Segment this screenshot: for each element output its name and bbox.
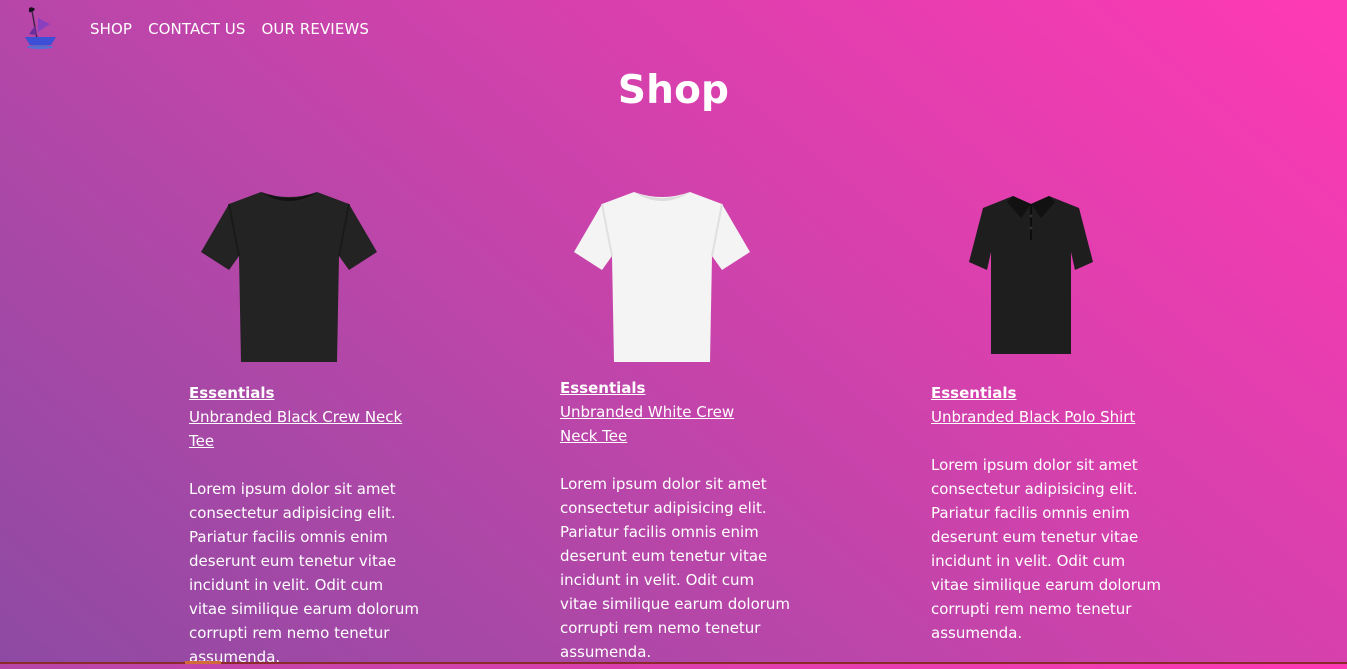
product-card: Essentials Unbranded Black Polo Shirt Lo… [931, 182, 1166, 645]
product-category-link[interactable]: Essentials [189, 381, 424, 405]
nav-link-shop[interactable]: SHOP [90, 20, 132, 38]
product-card: Essentials Unbranded White Crew Neck Tee… [560, 182, 795, 664]
black-polo-shirt-icon[interactable] [961, 182, 1161, 362]
product-card: Essentials Unbranded Black Crew Neck Tee… [189, 182, 424, 669]
product-description: Lorem ipsum dolor sit amet consectetur a… [931, 456, 1162, 642]
nav-link-our-reviews[interactable]: OUR REVIEWS [261, 20, 369, 38]
product-name-link[interactable]: Unbranded Black Polo Shirt [931, 405, 1166, 429]
product-description: Lorem ipsum dolor sit amet consectetur a… [560, 475, 791, 661]
nav-links: SHOP CONTACT US OUR REVIEWS [90, 20, 369, 38]
nav-link-contact-us[interactable]: CONTACT US [148, 20, 245, 38]
pirate-ship-logo-icon[interactable] [20, 4, 60, 50]
black-crew-neck-tshirt-icon[interactable] [199, 182, 399, 362]
top-navigation: SHOP CONTACT US OUR REVIEWS [0, 0, 1347, 60]
product-name-link[interactable]: Unbranded Black Crew Neck Tee [189, 405, 424, 453]
white-crew-neck-tshirt-icon[interactable] [572, 182, 772, 362]
page-title: Shop [617, 68, 730, 113]
product-name-link[interactable]: Unbranded White Crew Neck Tee [560, 400, 770, 448]
product-description: Lorem ipsum dolor sit amet consectetur a… [189, 480, 420, 666]
product-category-link[interactable]: Essentials [931, 381, 1166, 405]
product-category-link[interactable]: Essentials [560, 376, 795, 400]
